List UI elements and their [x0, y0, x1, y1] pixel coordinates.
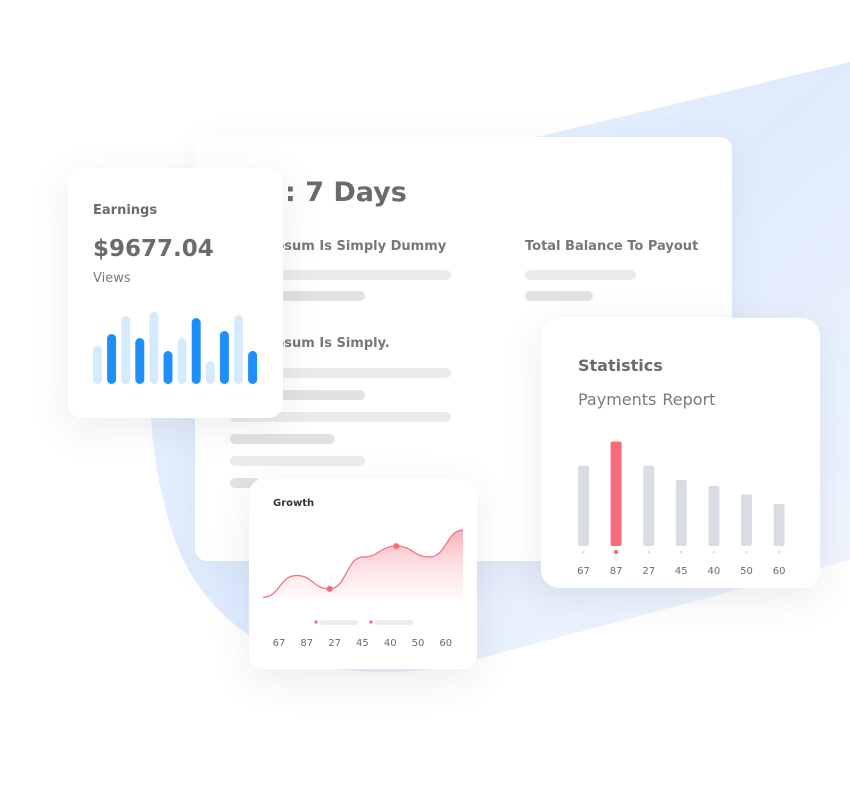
- statistics-bar: [675, 480, 687, 546]
- legend-dot: [314, 620, 318, 624]
- earnings-bar: [191, 318, 201, 384]
- statistics-bar: [643, 465, 655, 546]
- statistics-tick-label: 40: [708, 566, 721, 577]
- growth-tick-label: 27: [328, 638, 341, 649]
- earnings-bar: [248, 351, 258, 384]
- earnings-bar: [107, 334, 117, 384]
- statistics-bar: [578, 465, 589, 546]
- growth-tick-label: 60: [439, 638, 452, 649]
- skeleton-line: [275, 291, 365, 301]
- report-heading-2: Total Balance To Payout: [525, 239, 699, 254]
- statistics-bar: [708, 486, 720, 546]
- earnings-bar: [234, 315, 243, 384]
- growth-point: [393, 543, 400, 550]
- earnings-bar: [205, 361, 215, 384]
- earnings-bar: [93, 346, 102, 384]
- skeleton-line: [275, 270, 451, 280]
- report-title: : 7 Days: [285, 177, 407, 208]
- skeleton-line: [275, 368, 451, 378]
- statistics-bar-chart: 67 87 27 45 40 50 60: [577, 441, 786, 577]
- report-heading-3: psum Is Simply.: [275, 336, 390, 351]
- growth-area-chart: 67 87 27 45 40 50 60: [262, 529, 464, 649]
- statistics-bar: [610, 441, 622, 546]
- statistics-tick-label: 50: [740, 566, 753, 577]
- report-heading-1: psum Is Simply Dummy: [275, 239, 447, 254]
- skeleton-line: [230, 434, 335, 444]
- statistics-card: Statistics Payments Report 67 87 27 45 40 50 60: [541, 318, 820, 588]
- growth-tick-label: 87: [300, 638, 313, 649]
- statistics-dot: [613, 549, 619, 555]
- growth-tick-label: 40: [384, 638, 397, 649]
- statistics-tick-label: 87: [610, 566, 623, 577]
- growth-area: [263, 530, 463, 599]
- earnings-bar: [219, 331, 229, 384]
- earnings-card: Earnings $9677.04 Views: [68, 168, 283, 418]
- statistics-dot: [647, 551, 650, 553]
- growth-tick-label: 67: [273, 638, 286, 649]
- statistics-dot: [712, 551, 715, 553]
- statistics-dot: [680, 551, 683, 553]
- growth-point: [326, 585, 333, 592]
- legend-dot: [369, 620, 373, 624]
- skeleton-line: [525, 270, 636, 280]
- legend-bar: [375, 620, 413, 625]
- growth-card: Growth 67 87 27 45 40 50 60: [249, 479, 477, 669]
- statistics-tick-label: 27: [642, 566, 655, 577]
- earnings-bar: [149, 312, 159, 384]
- statistics-dot: [745, 551, 748, 553]
- growth-tick-label: 50: [412, 638, 425, 649]
- statistics-bar: [741, 494, 752, 546]
- earnings-bar: [135, 338, 145, 384]
- skeleton-line: [230, 456, 365, 466]
- growth-tick-label: 45: [356, 638, 369, 649]
- earnings-bar: [163, 351, 173, 384]
- statistics-dot: [582, 551, 585, 553]
- statistics-tick-label: 67: [577, 566, 590, 577]
- statistics-bar: [773, 504, 785, 546]
- statistics-tick-label: 45: [675, 566, 688, 577]
- earnings-bar-chart: [93, 312, 258, 384]
- legend: [314, 620, 413, 625]
- earnings-bar: [177, 338, 187, 384]
- earnings-bar: [121, 316, 131, 384]
- legend-bar: [320, 620, 358, 625]
- skeleton-line: [525, 291, 593, 301]
- statistics-tick-label: 60: [773, 566, 786, 577]
- statistics-dot: [778, 551, 781, 553]
